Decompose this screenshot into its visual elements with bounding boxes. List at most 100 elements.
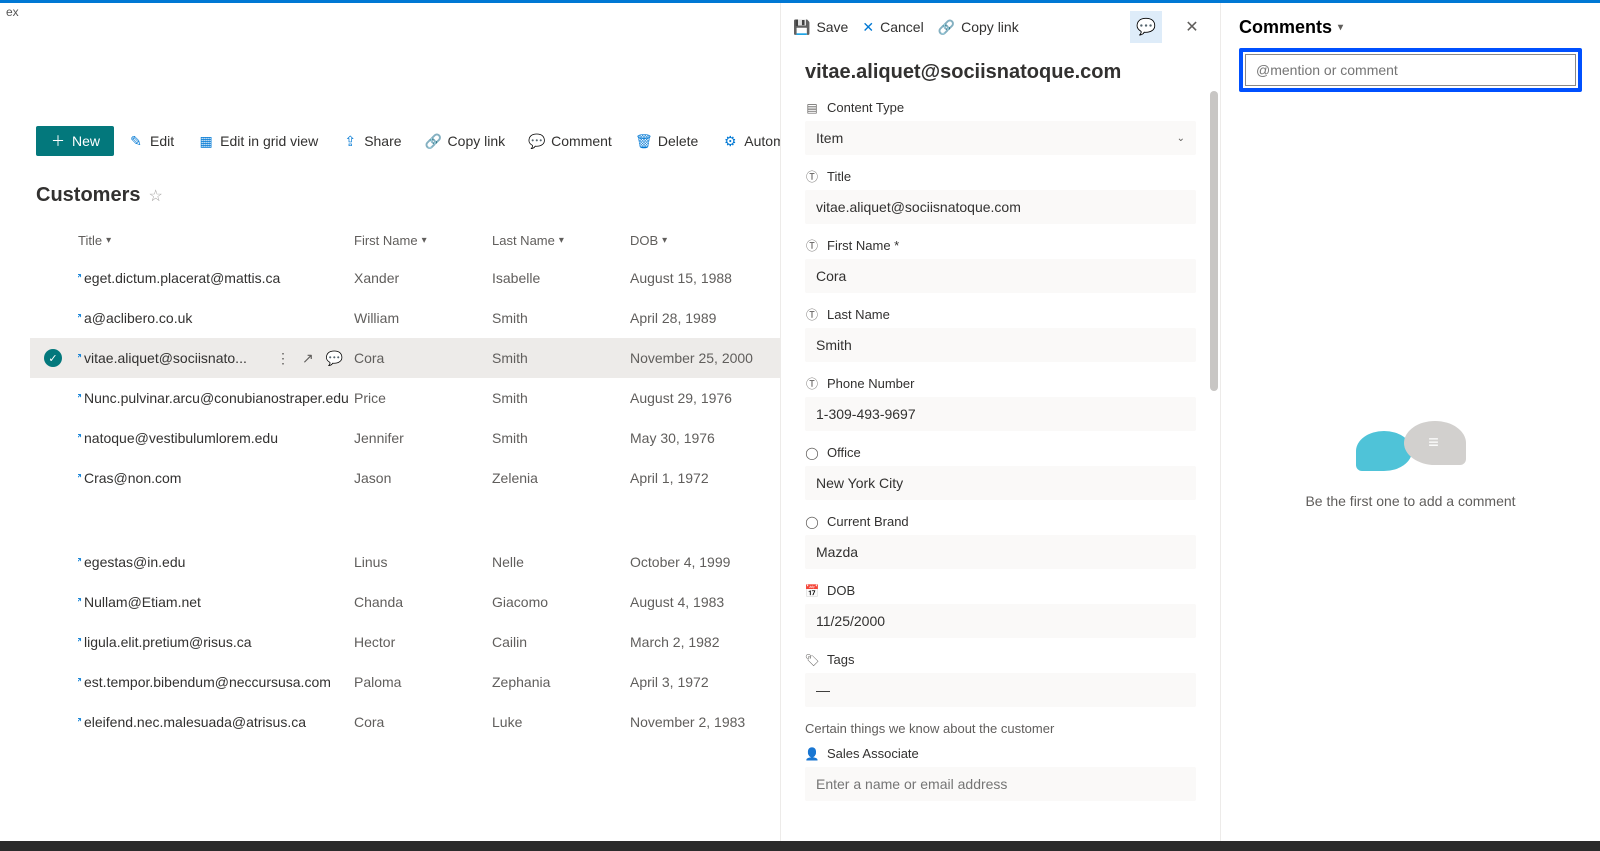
column-firstname[interactable]: First Name▾ (354, 233, 492, 248)
close-panel-button[interactable]: ✕ (1176, 11, 1208, 43)
favorite-star-icon[interactable]: ☆ (148, 186, 162, 206)
row-firstname: Linus (354, 554, 492, 570)
edit-grid-button[interactable]: ▦ Edit in grid view (188, 127, 328, 155)
firstname-label: First Name * (827, 238, 899, 253)
item-link-icon: ↗ (78, 312, 82, 323)
lastname-label: Last Name (827, 307, 890, 322)
comment-button[interactable]: 💬 Comment (519, 127, 622, 155)
dob-input[interactable]: 11/25/2000 (805, 604, 1196, 638)
grid-label: Edit in grid view (220, 133, 318, 149)
choice-icon: ◯ (805, 446, 819, 460)
row-lastname: Cailin (492, 634, 630, 650)
item-link-icon: ↗ (78, 636, 82, 647)
text-icon: Ⓣ (805, 170, 819, 184)
tag-icon: 🏷 (805, 653, 819, 667)
row-lastname: Giacomo (492, 594, 630, 610)
row-lastname: Smith (492, 430, 630, 446)
comments-heading[interactable]: Comments ▾ (1239, 17, 1582, 38)
dob-label: DOB (827, 583, 855, 598)
row-firstname: Price (354, 390, 492, 406)
cancel-icon: ✕ (862, 19, 874, 36)
row-firstname: Chanda (354, 594, 492, 610)
row-lastname: Zephania (492, 674, 630, 690)
plus-icon: ＋ (50, 133, 66, 149)
row-title[interactable]: ↗Nunc.pulvinar.arcu@conubianostraper.edu (78, 390, 354, 406)
row-dob: August 4, 1983 (630, 594, 790, 610)
row-dob: May 30, 1976 (630, 430, 790, 446)
new-label: New (72, 133, 100, 149)
row-firstname: Cora (354, 714, 492, 730)
phone-input[interactable]: 1-309-493-9697 (805, 397, 1196, 431)
row-dob: November 2, 1983 (630, 714, 790, 730)
text-icon: Ⓣ (805, 377, 819, 391)
content-type-icon: ▤ (805, 101, 819, 115)
row-title[interactable]: ↗est.tempor.bibendum@neccursusa.com (78, 674, 354, 690)
firstname-input[interactable]: Cora (805, 259, 1196, 293)
chevron-down-icon: ⌄ (1177, 133, 1185, 144)
column-lastname[interactable]: Last Name▾ (492, 233, 630, 248)
copylink-label: Copy link (448, 133, 506, 149)
panel-action-bar: 💾Save ✕Cancel 🔗Copy link 💬 ✕ (781, 3, 1220, 51)
item-link-icon: ↗ (78, 716, 82, 727)
column-title[interactable]: Title▾ (78, 233, 354, 248)
row-firstname: Jason (354, 470, 492, 486)
row-title[interactable]: ↗Nullam@Etiam.net (78, 594, 354, 610)
form-scrollbar[interactable] (1210, 51, 1218, 851)
panel-copylink-button[interactable]: 🔗Copy link (938, 19, 1019, 36)
comment-label: Comment (551, 133, 612, 149)
row-title[interactable]: ↗eleifend.nec.malesuada@atrisus.ca (78, 714, 354, 730)
brand-input[interactable]: Mazda (805, 535, 1196, 569)
row-title[interactable]: ↗a@aclibero.co.uk (78, 310, 354, 326)
row-title[interactable]: ↗natoque@vestibulumlorem.edu (78, 430, 354, 446)
row-title[interactable]: ↗egestas@in.edu (78, 554, 354, 570)
row-title[interactable]: ↗Cras@non.com (78, 470, 354, 486)
copylink-button[interactable]: 🔗 Copy link (416, 127, 516, 155)
row-dob: October 4, 1999 (630, 554, 790, 570)
comments-pane: Comments ▾ ≡ Be the first one to add a c… (1221, 3, 1600, 851)
row-title[interactable]: ↗eget.dictum.placerat@mattis.ca (78, 270, 354, 286)
empty-comments-text: Be the first one to add a comment (1305, 493, 1515, 509)
trash-icon: 🗑 (636, 133, 652, 149)
share-button[interactable]: ⇪ Share (332, 127, 411, 155)
column-dob[interactable]: DOB▾ (630, 233, 790, 248)
row-firstname: Xander (354, 270, 492, 286)
title-input[interactable]: vitae.aliquet@sociisnatoque.com (805, 190, 1196, 224)
salesassoc-input[interactable] (805, 767, 1196, 801)
row-lastname: Smith (492, 350, 630, 366)
row-firstname: William (354, 310, 492, 326)
row-lastname: Nelle (492, 554, 630, 570)
row-dob: April 1, 1972 (630, 470, 790, 486)
save-button[interactable]: 💾Save (793, 19, 848, 36)
save-icon: 💾 (793, 19, 810, 36)
text-icon: Ⓣ (805, 308, 819, 322)
row-lastname: Zelenia (492, 470, 630, 486)
comment-input[interactable] (1245, 54, 1576, 86)
item-link-icon: ↗ (78, 472, 82, 483)
row-dob: November 25, 2000 (630, 350, 790, 366)
row-lastname: Smith (492, 390, 630, 406)
item-link-icon: ↗ (78, 556, 82, 567)
section-note: Certain things we know about the custome… (805, 721, 1196, 736)
new-button[interactable]: ＋ New (36, 126, 114, 156)
chevron-down-icon: ▾ (422, 235, 427, 246)
row-dob: March 2, 1982 (630, 634, 790, 650)
row-comment-button[interactable]: 💬 (326, 350, 343, 367)
flow-icon: ⚙ (722, 133, 738, 149)
row-more-button[interactable]: ⋮ (276, 350, 290, 367)
list-title: Customers (36, 184, 140, 207)
content-type-select[interactable]: Item⌄ (805, 121, 1196, 155)
tags-input[interactable]: — (805, 673, 1196, 707)
title-label: Title (827, 169, 851, 184)
toggle-comments-button[interactable]: 💬 (1130, 11, 1162, 43)
lastname-input[interactable]: Smith (805, 328, 1196, 362)
office-input[interactable]: New York City (805, 466, 1196, 500)
row-title[interactable]: ↗ligula.elit.pretium@risus.ca (78, 634, 354, 650)
edit-button[interactable]: ✎ Edit (118, 127, 184, 155)
pencil-icon: ✎ (128, 133, 144, 149)
selected-check-icon[interactable]: ✓ (44, 349, 62, 367)
row-open-button[interactable]: ↗ (302, 350, 314, 367)
edit-label: Edit (150, 133, 174, 149)
cancel-button[interactable]: ✕Cancel (862, 19, 923, 36)
delete-button[interactable]: 🗑 Delete (626, 127, 708, 155)
row-lastname: Isabelle (492, 270, 630, 286)
